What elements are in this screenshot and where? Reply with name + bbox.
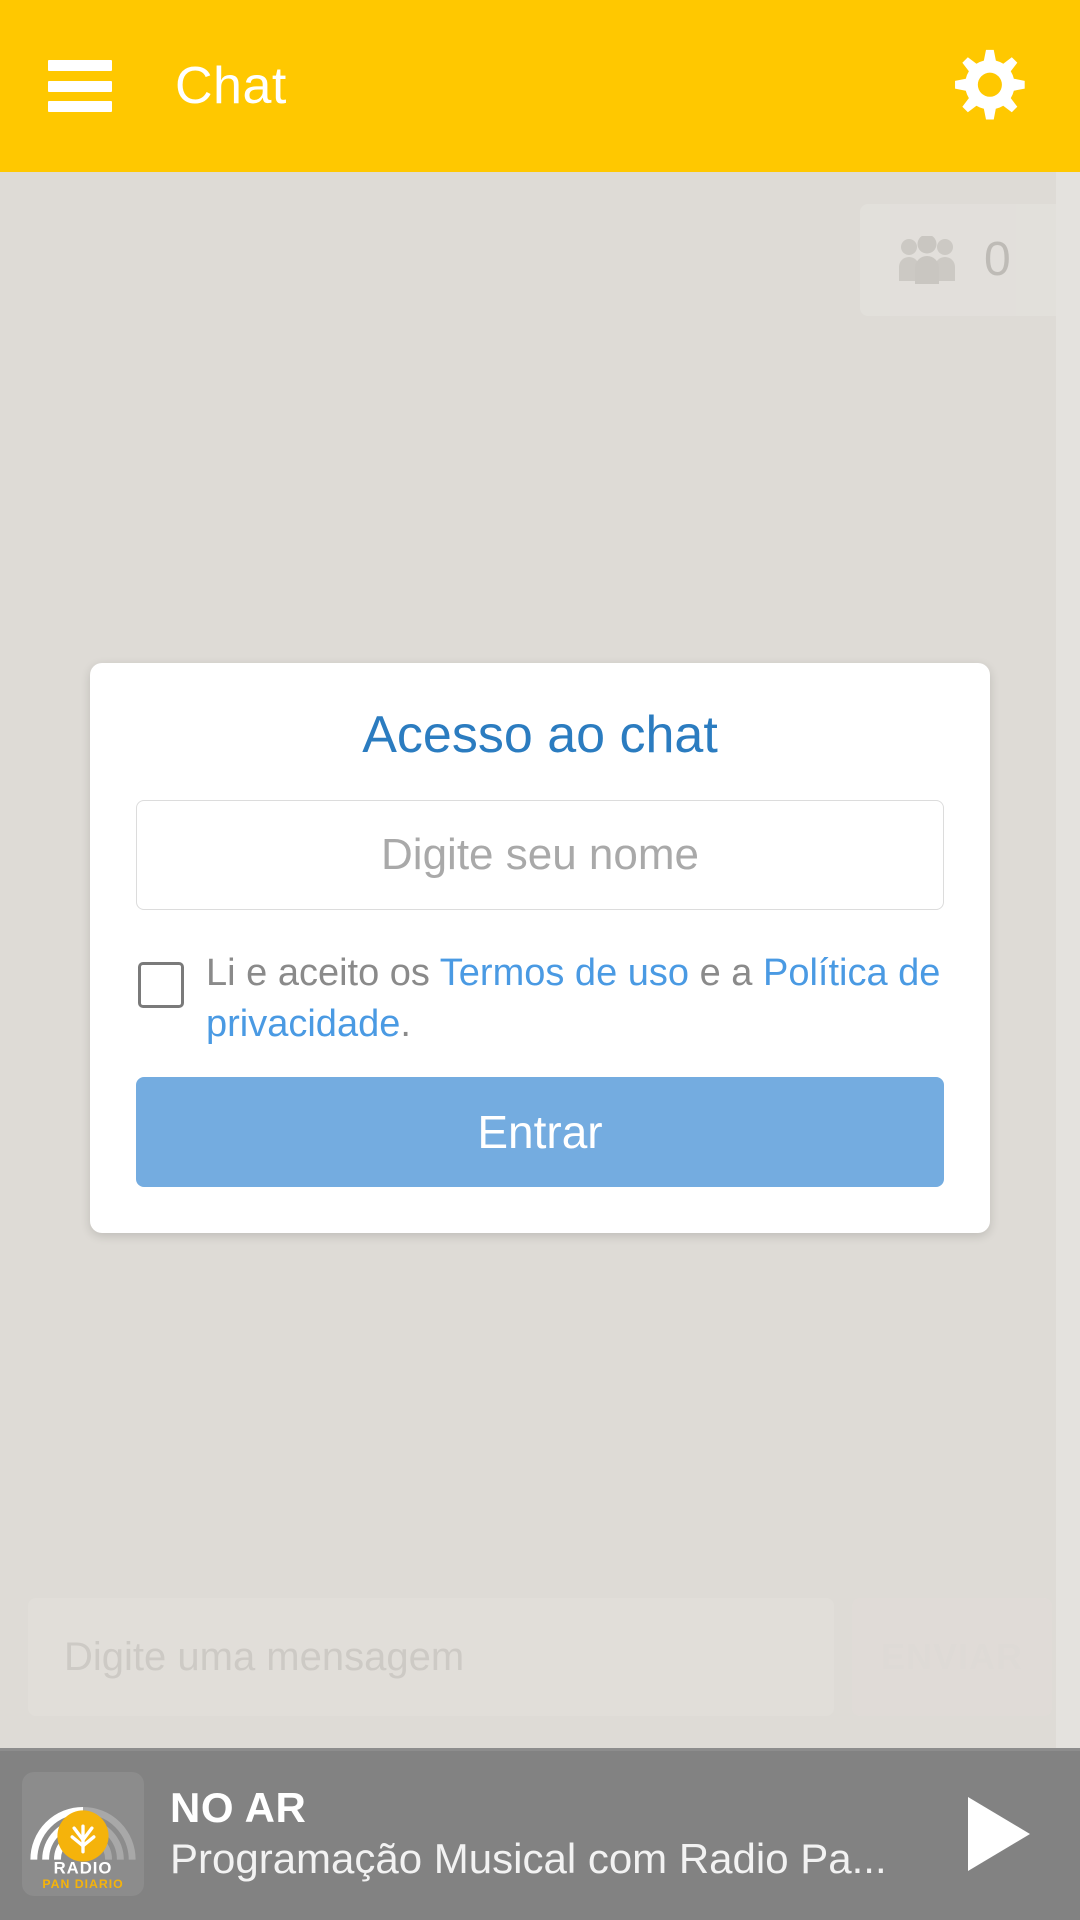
- radio-player-bar: RADIO PAN DIARIO NO AR Programação Music…: [0, 1748, 1080, 1920]
- hamburger-menu-icon[interactable]: [48, 60, 112, 112]
- page-title: Chat: [175, 57, 287, 115]
- player-info: NO AR Programação Musical com Radio Pa..…: [170, 1785, 887, 1883]
- player-top-divider: [0, 1748, 1080, 1751]
- terms-prefix: Li e aceito os: [206, 952, 440, 995]
- svg-text:PAN DIARIO: PAN DIARIO: [42, 1877, 123, 1891]
- modal-title: Acesso ao chat: [362, 706, 718, 765]
- hamburger-bar: [48, 80, 112, 92]
- gear-icon[interactable]: [940, 40, 1032, 132]
- svg-text:RADIO: RADIO: [54, 1858, 113, 1877]
- play-icon[interactable]: [950, 1786, 1046, 1882]
- chat-body: 0 Digite uma mensagem ENVIAR Acesso ao c…: [0, 172, 1080, 1748]
- hamburger-bar: [48, 60, 112, 71]
- chat-access-modal-layer: Acesso ao chat Li e aceito os Termos de …: [0, 172, 1080, 1748]
- chat-access-modal: Acesso ao chat Li e aceito os Termos de …: [90, 663, 990, 1233]
- terms-middle: e a: [689, 952, 763, 995]
- player-program-title: Programação Musical com Radio Pa...: [170, 1834, 887, 1882]
- terms-of-use-link[interactable]: Termos de uso: [440, 952, 689, 994]
- radio-pan-diario-logo: RADIO PAN DIARIO: [22, 1772, 144, 1896]
- name-input[interactable]: [136, 800, 944, 911]
- player-status: NO AR: [170, 1784, 307, 1831]
- chat-app-screen: Chat 0 Digite uma mensagem ENVIAR Acesso…: [0, 0, 1080, 1920]
- enter-button[interactable]: Entrar: [136, 1076, 944, 1187]
- hamburger-bar: [48, 101, 112, 112]
- terms-text: Li e aceito os Termos de uso e a Polític…: [206, 948, 944, 1048]
- terms-checkbox[interactable]: [138, 962, 184, 1009]
- terms-acceptance-row: Li e aceito os Termos de uso e a Polític…: [138, 948, 944, 1048]
- app-header: Chat: [0, 0, 1080, 172]
- terms-suffix: .: [400, 1002, 411, 1045]
